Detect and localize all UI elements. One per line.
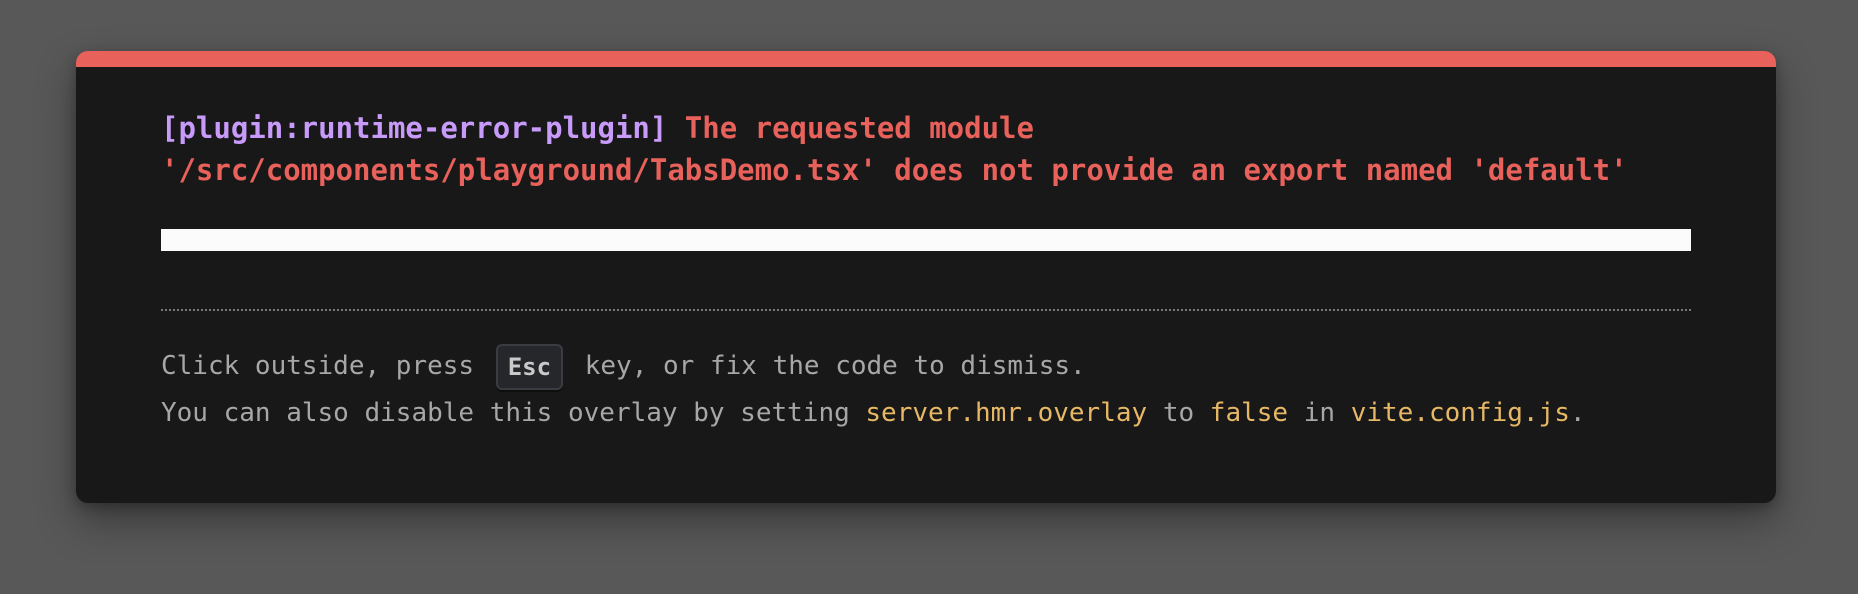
dismiss-tip: Click outside, press Esc key, or fix the…	[161, 343, 1691, 436]
error-overlay-window: [plugin:runtime-error-plugin] The reques…	[76, 51, 1776, 503]
dotted-divider	[161, 309, 1691, 311]
tip-line-1: Click outside, press Esc key, or fix the…	[161, 343, 1691, 390]
tip-line2-text4: .	[1569, 397, 1586, 428]
tip-line1-prefix: Click outside, press	[161, 351, 490, 381]
code-frame-bar	[161, 229, 1691, 251]
tip-line2-text3: in	[1288, 397, 1351, 428]
tip-line1-suffix: key, or fix the code to dismiss.	[569, 351, 1086, 381]
error-overlay-content: [plugin:runtime-error-plugin] The reques…	[161, 107, 1691, 436]
tip-line2-text2: to	[1147, 397, 1210, 428]
plugin-tag: [plugin:runtime-error-plugin]	[161, 111, 668, 145]
config-key-code: server.hmr.overlay	[865, 397, 1148, 428]
esc-key: Esc	[495, 343, 564, 390]
tip-line2-text1: You can also disable this overlay by set…	[161, 397, 866, 428]
false-value-code: false	[1209, 397, 1289, 428]
tip-line-2: You can also disable this overlay by set…	[161, 390, 1691, 436]
config-file-code: vite.config.js	[1350, 397, 1570, 428]
error-message: [plugin:runtime-error-plugin] The reques…	[161, 107, 1691, 191]
